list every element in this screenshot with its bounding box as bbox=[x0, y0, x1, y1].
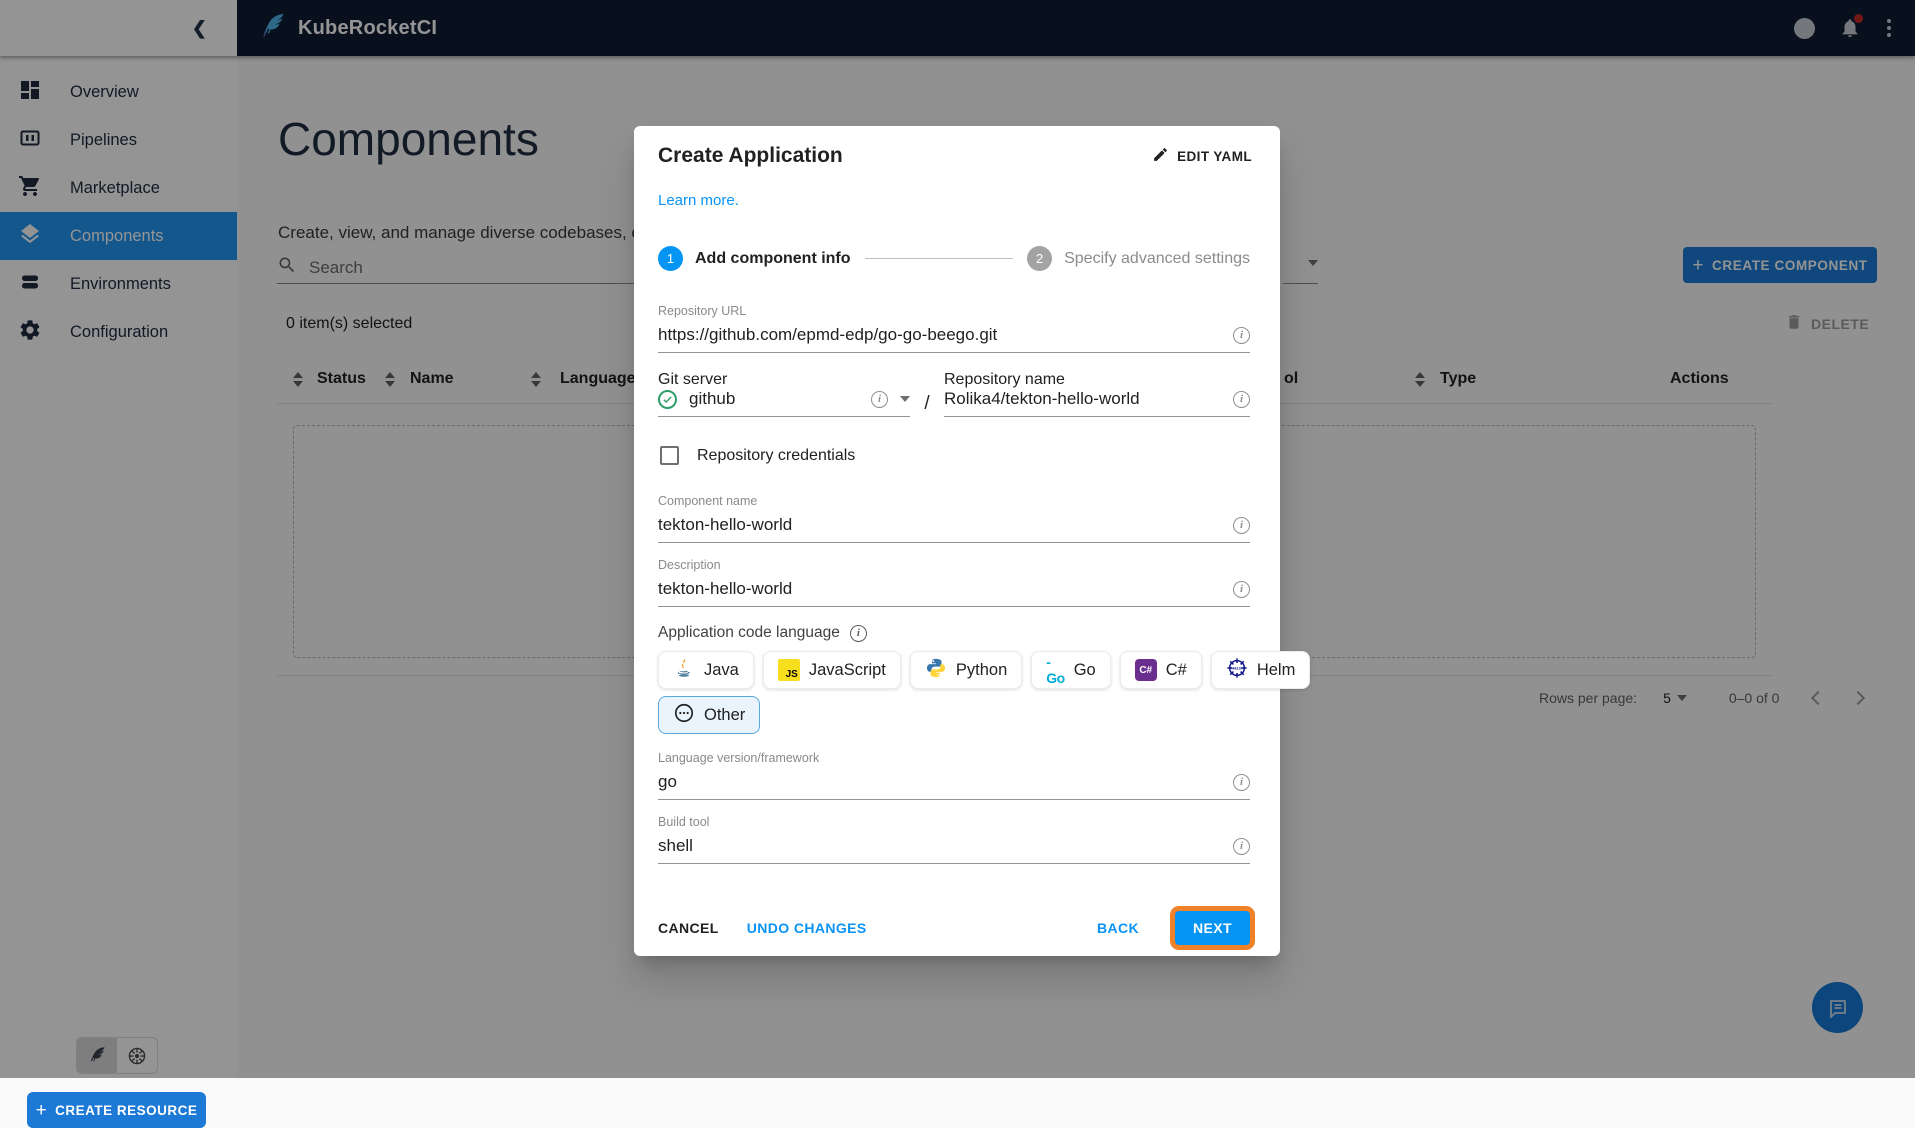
cancel-button[interactable]: CANCEL bbox=[658, 920, 719, 936]
language-chip-javascript[interactable]: JS JavaScript bbox=[762, 651, 901, 689]
step-1-label: Add component info bbox=[695, 249, 851, 267]
field-label: Build tool bbox=[658, 815, 710, 829]
language-chip-other[interactable]: Other bbox=[658, 696, 761, 734]
language-chip-go[interactable]: -Go Go bbox=[1031, 651, 1111, 689]
description-input[interactable]: tekton-hello-world bbox=[658, 579, 1250, 607]
other-dots-icon bbox=[673, 702, 695, 729]
info-icon[interactable] bbox=[1233, 326, 1250, 344]
go-icon: -Go bbox=[1046, 654, 1065, 686]
chevron-down-icon bbox=[900, 396, 910, 402]
language-chip-java[interactable]: Java bbox=[658, 651, 754, 689]
field-label: Description bbox=[658, 558, 721, 572]
repository-url-field: Repository URL https://github.com/epmd-e… bbox=[658, 304, 1250, 353]
pencil-icon bbox=[1152, 146, 1169, 166]
csharp-icon: C# bbox=[1134, 659, 1157, 681]
info-icon[interactable] bbox=[1233, 773, 1250, 791]
info-icon[interactable] bbox=[1233, 837, 1250, 855]
language-chip-python[interactable]: Python bbox=[909, 651, 1023, 689]
language-version-field: Language version/framework go bbox=[658, 751, 1250, 800]
repository-name-field: Repository name Rolika4/tekton-hello-wor… bbox=[944, 371, 1250, 417]
language-version-input[interactable]: go bbox=[658, 772, 1250, 800]
build-tool-field: Build tool shell bbox=[658, 815, 1250, 864]
path-separator: / bbox=[924, 393, 930, 414]
svg-text:HELM: HELM bbox=[1231, 666, 1242, 670]
info-icon[interactable] bbox=[1233, 390, 1250, 408]
repository-url-input[interactable]: https://github.com/epmd-edp/go-go-beego.… bbox=[658, 325, 1250, 353]
next-button[interactable]: NEXT bbox=[1175, 911, 1250, 945]
field-label: Repository name bbox=[944, 371, 1065, 388]
component-name-input[interactable]: tekton-hello-world bbox=[658, 515, 1250, 543]
code-language-label: Application code language bbox=[658, 624, 867, 642]
description-field: Description tekton-hello-world bbox=[658, 558, 1250, 607]
field-label: Component name bbox=[658, 494, 758, 508]
component-name-field: Component name tekton-hello-world bbox=[658, 494, 1250, 543]
field-label: Git server bbox=[658, 371, 728, 388]
info-icon[interactable] bbox=[871, 390, 888, 408]
dialog-title: Create Application bbox=[658, 144, 843, 167]
info-icon[interactable] bbox=[1233, 516, 1250, 534]
create-application-dialog: Create Application EDIT YAML Learn more.… bbox=[634, 126, 1311, 956]
create-resource-button[interactable]: + CREATE RESOURCE bbox=[27, 1092, 206, 1128]
stepper-connector bbox=[864, 258, 1014, 259]
java-icon bbox=[673, 657, 695, 684]
step-2-indicator: 2 bbox=[1027, 246, 1053, 271]
language-chip-helm[interactable]: HELM Helm bbox=[1210, 651, 1311, 689]
stepper: 1 Add component info 2 Specify advanced … bbox=[658, 246, 1250, 271]
javascript-icon: JS bbox=[777, 659, 800, 681]
build-tool-input[interactable]: shell bbox=[658, 836, 1250, 864]
info-icon[interactable] bbox=[1233, 580, 1250, 598]
undo-changes-button[interactable]: UNDO CHANGES bbox=[747, 920, 867, 936]
back-button[interactable]: BACK bbox=[1097, 920, 1139, 936]
plus-icon: + bbox=[35, 1099, 48, 1121]
repository-credentials-toggle[interactable]: Repository credentials bbox=[660, 446, 855, 465]
language-chip-csharp[interactable]: C# C# bbox=[1119, 651, 1202, 689]
step-2-label: Specify advanced settings bbox=[1064, 249, 1250, 267]
step-1-indicator: 1 bbox=[658, 246, 683, 271]
learn-more-link[interactable]: Learn more. bbox=[658, 192, 739, 209]
edit-yaml-button[interactable]: EDIT YAML bbox=[1152, 146, 1252, 166]
python-icon bbox=[925, 657, 947, 684]
checkbox-unchecked-icon[interactable] bbox=[660, 446, 679, 465]
repository-name-input[interactable]: Rolika4/tekton-hello-world bbox=[944, 389, 1250, 417]
field-label: Language version/framework bbox=[658, 751, 820, 765]
info-icon[interactable] bbox=[849, 624, 867, 642]
field-label: Repository URL bbox=[658, 304, 747, 318]
helm-icon: HELM bbox=[1226, 657, 1248, 684]
git-server-select[interactable]: github bbox=[658, 389, 910, 417]
git-server-field: Git server github bbox=[658, 371, 910, 417]
check-circle-icon bbox=[658, 389, 677, 409]
